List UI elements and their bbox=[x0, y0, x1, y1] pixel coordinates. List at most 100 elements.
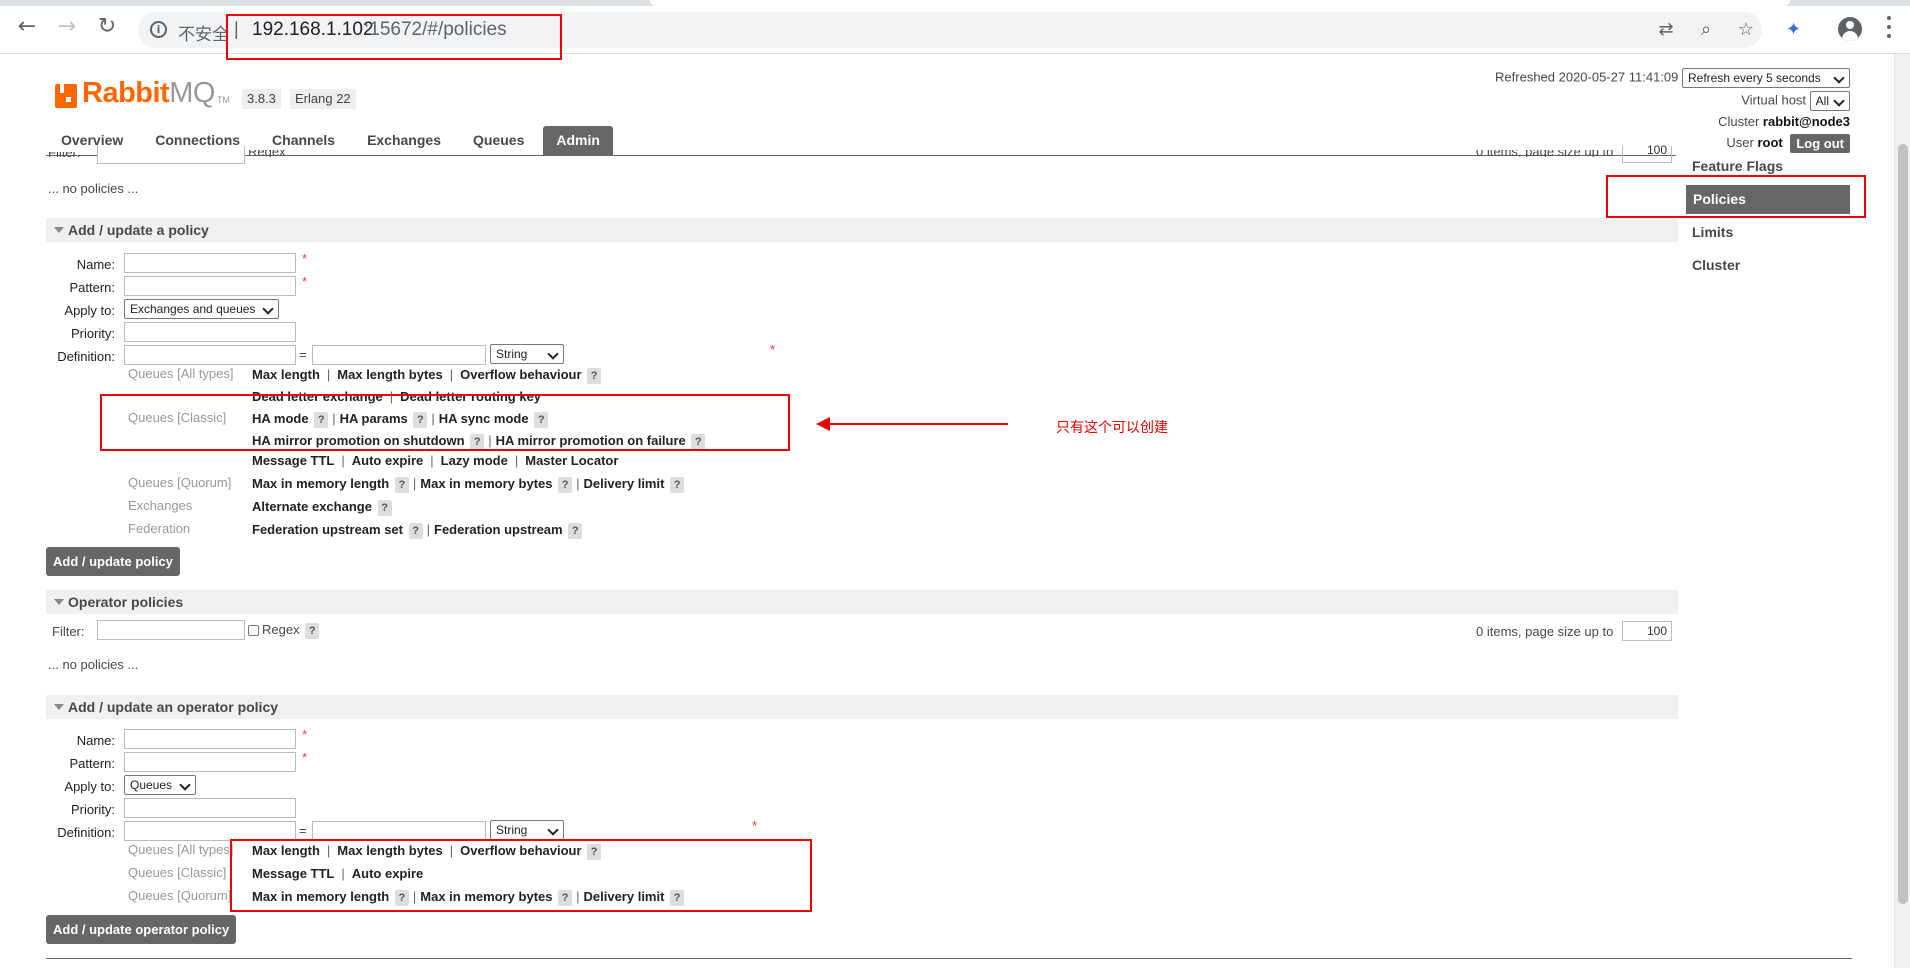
reload-icon[interactable]: ↻ bbox=[94, 14, 120, 40]
refresh-row: Refreshed 2020-05-27 11:41:09 Refresh ev… bbox=[1495, 68, 1850, 88]
op-category-queues-all-types: Queues [All types] bbox=[128, 842, 234, 857]
add-operator-policy-header[interactable]: Add / update an operator policy bbox=[46, 695, 1678, 719]
policy-name-input[interactable] bbox=[124, 253, 296, 273]
op-definition-value-input[interactable] bbox=[312, 821, 486, 841]
tab-queues[interactable]: Queues bbox=[460, 126, 537, 155]
help-icon[interactable]: ? bbox=[377, 499, 392, 516]
collapse-triangle-icon[interactable] bbox=[54, 599, 64, 605]
op-definition-key-input[interactable] bbox=[124, 821, 296, 841]
help-icon[interactable]: ? bbox=[408, 522, 423, 539]
option-max-length-bytes[interactable]: Max length bytes bbox=[337, 367, 442, 382]
option-lazy-mode[interactable]: Lazy mode bbox=[441, 453, 508, 468]
version-badge: 3.8.3 bbox=[242, 89, 281, 109]
logo-rabbit-text: Rabbit bbox=[82, 77, 170, 109]
tab-exchanges[interactable]: Exchanges bbox=[354, 126, 454, 155]
policy-priority-input[interactable] bbox=[124, 322, 296, 342]
option-delivery-limit[interactable]: Delivery limit bbox=[584, 476, 665, 491]
back-arrow-icon[interactable]: ← bbox=[14, 14, 40, 40]
option-separator: | bbox=[326, 367, 331, 382]
user-name: root bbox=[1757, 134, 1783, 150]
insecure-label: 不安全 bbox=[178, 25, 229, 44]
refresh-interval-select[interactable]: Refresh every 5 seconds bbox=[1682, 68, 1850, 88]
option-max-in-memory-length[interactable]: Max in memory length bbox=[252, 476, 389, 491]
user-empty-text: ... no policies ... bbox=[48, 181, 139, 196]
option-overflow-behaviour[interactable]: Overflow behaviour bbox=[460, 367, 581, 382]
user-filter-input[interactable] bbox=[97, 146, 245, 164]
profile-avatar-icon[interactable] bbox=[1838, 17, 1862, 41]
add-operator-policy-title: Add / update an operator policy bbox=[68, 699, 279, 715]
annotation-text: 只有这个可以创建 bbox=[1056, 420, 1168, 436]
option-separator: | bbox=[412, 476, 417, 491]
option-federation-upstream-set[interactable]: Federation upstream set bbox=[252, 522, 403, 537]
operator-filter-label: Filter: bbox=[52, 624, 85, 639]
help-icon[interactable]: ? bbox=[670, 476, 685, 493]
required-marker: * bbox=[302, 274, 308, 289]
add-policy-title: Add / update a policy bbox=[68, 222, 209, 238]
rabbitmq-logo[interactable]: Rabbit MQ TM bbox=[55, 74, 230, 108]
option-federation-upstream[interactable]: Federation upstream bbox=[434, 522, 563, 537]
op-definition-type-select[interactable]: String bbox=[490, 820, 564, 840]
translate-icon[interactable]: ⇄ bbox=[1656, 20, 1676, 40]
op-pattern-label: Pattern: bbox=[69, 756, 115, 771]
option-row-federation: Federation upstream set ? | Federation ups… bbox=[252, 522, 583, 539]
option-row-quorum: Max in memory length ? | Max in memory byt… bbox=[252, 476, 685, 493]
add-policy-header[interactable]: Add / update a policy bbox=[46, 218, 1678, 242]
help-icon[interactable]: ? bbox=[558, 476, 573, 493]
operator-regex-checkbox[interactable] bbox=[248, 625, 259, 637]
definition-type-select[interactable]: String bbox=[490, 344, 564, 364]
help-icon[interactable]: ? bbox=[305, 622, 320, 639]
user-page-size-input[interactable]: 100 bbox=[1622, 144, 1672, 163]
op-priority-label: Priority: bbox=[70, 802, 115, 817]
footer-divider bbox=[46, 958, 1852, 959]
operator-page-size-input[interactable]: 100 bbox=[1622, 621, 1672, 641]
cluster-row: Cluster rabbit@node3 bbox=[1718, 114, 1850, 129]
subnav-cluster[interactable]: Cluster bbox=[1692, 257, 1740, 273]
refreshed-text: Refreshed 2020-05-27 11:41:09 bbox=[1495, 69, 1679, 85]
subnav-limits[interactable]: Limits bbox=[1692, 224, 1733, 240]
op-name-input[interactable] bbox=[124, 729, 296, 749]
collapse-triangle-icon[interactable] bbox=[54, 704, 64, 710]
definition-key-input[interactable] bbox=[124, 345, 296, 365]
operator-filter-input[interactable] bbox=[97, 620, 245, 640]
help-icon[interactable]: ? bbox=[394, 476, 409, 493]
annotation-arrow-icon bbox=[816, 417, 1008, 431]
policy-pattern-input[interactable] bbox=[124, 276, 296, 296]
category-queues-all-types: Queues [All types] bbox=[128, 366, 234, 381]
option-auto-expire[interactable]: Auto expire bbox=[352, 453, 424, 468]
tab-admin[interactable]: Admin bbox=[543, 126, 613, 155]
vhost-select[interactable]: All bbox=[1809, 91, 1850, 111]
tabs-divider bbox=[46, 155, 1676, 156]
operator-policies-header[interactable]: Operator policies bbox=[46, 590, 1678, 614]
page-scrollbar[interactable] bbox=[1894, 54, 1910, 968]
info-icon[interactable]: i bbox=[150, 21, 167, 38]
annotation-operator-box bbox=[230, 839, 812, 912]
policy-apply-select[interactable]: Exchanges and queues bbox=[124, 299, 279, 319]
help-icon[interactable]: ? bbox=[568, 522, 583, 539]
user-items-text: 0 items, page size up to bbox=[1476, 150, 1613, 157]
policy-name-label: Name: bbox=[76, 257, 115, 272]
option-message-ttl[interactable]: Message TTL bbox=[252, 453, 334, 468]
add-operator-policy-button[interactable]: Add / update operator policy bbox=[46, 915, 237, 944]
bookmark-star-icon[interactable]: ☆ bbox=[1736, 20, 1756, 40]
op-apply-select[interactable]: Queues bbox=[124, 775, 196, 795]
subnav-feature-flags[interactable]: Feature Flags bbox=[1692, 158, 1783, 174]
forward-arrow-icon[interactable]: → bbox=[54, 14, 80, 40]
op-priority-input[interactable] bbox=[124, 798, 296, 818]
option-alternate-exchange[interactable]: Alternate exchange bbox=[252, 499, 372, 514]
extension-icon[interactable]: ✦ bbox=[1786, 19, 1806, 40]
option-master-locator[interactable]: Master Locator bbox=[525, 453, 618, 468]
browser-menu-icon[interactable] bbox=[1886, 16, 1892, 38]
add-policy-button[interactable]: Add / update policy bbox=[46, 547, 180, 576]
operator-policies-title: Operator policies bbox=[68, 594, 184, 610]
option-max-in-memory-bytes[interactable]: Max in memory bytes bbox=[420, 476, 552, 491]
op-pattern-input[interactable] bbox=[124, 752, 296, 772]
zoom-icon[interactable]: ⌕ bbox=[1696, 20, 1716, 40]
option-max-length[interactable]: Max length bbox=[252, 367, 320, 382]
option-separator: | bbox=[430, 453, 434, 468]
scrollbar-thumb[interactable] bbox=[1898, 144, 1908, 904]
collapse-triangle-icon[interactable] bbox=[54, 227, 64, 233]
definition-value-input[interactable] bbox=[312, 345, 486, 365]
logout-button[interactable]: Log out bbox=[1790, 134, 1850, 153]
help-icon[interactable]: ? bbox=[587, 367, 602, 384]
operator-regex-label: Regex bbox=[262, 622, 300, 637]
